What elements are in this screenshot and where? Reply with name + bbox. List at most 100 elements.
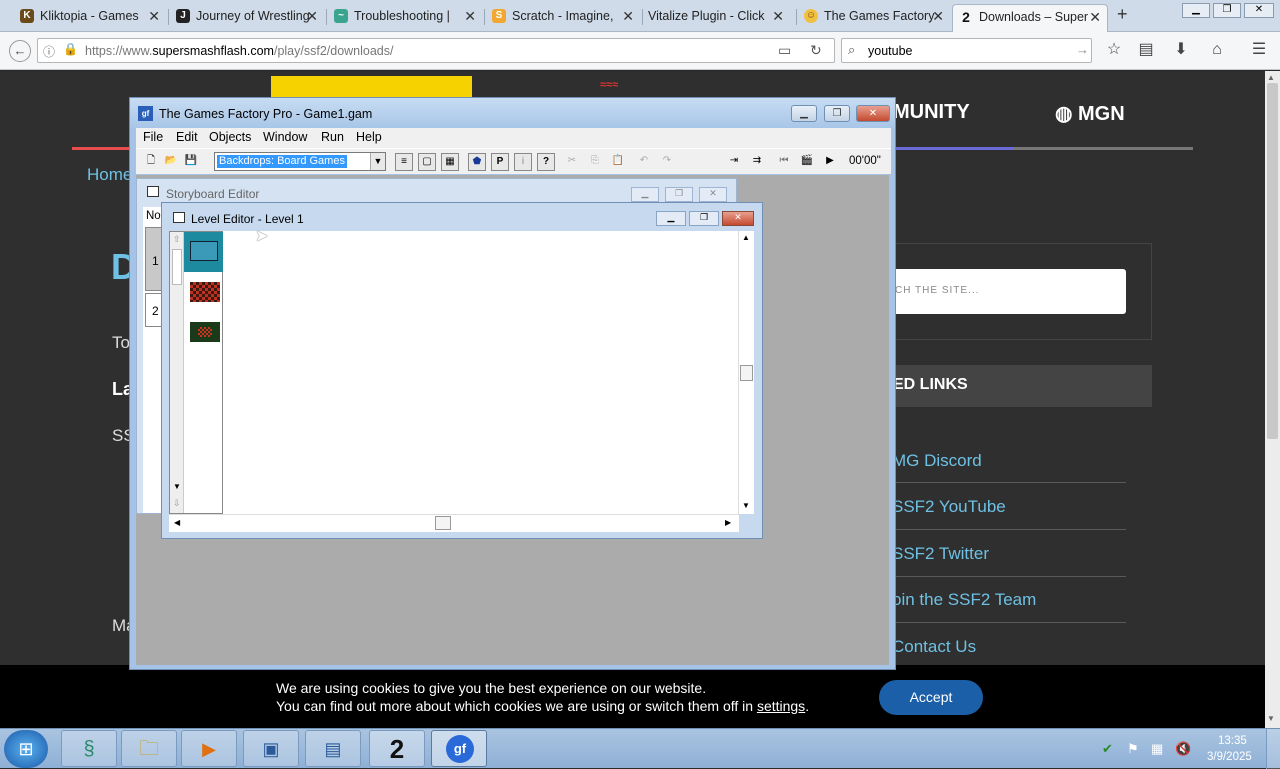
copy-icon[interactable]: ⎘ (586, 153, 604, 171)
frame-view-icon[interactable]: ▢ (418, 153, 436, 171)
reader-view-icon[interactable]: ▭ (778, 42, 791, 59)
palette-scroll-bottom-icon[interactable]: ⇩ (173, 498, 181, 509)
link-ssf2-youtube[interactable]: SSF2 YouTube (892, 497, 1006, 517)
close-window-button[interactable]: ✕ (1244, 3, 1274, 18)
taskbar-photos-icon[interactable]: ▣ (243, 730, 299, 767)
menu-window[interactable]: Window (263, 130, 307, 144)
close-tab-icon[interactable]: ✕ (1089, 5, 1101, 29)
green-board-backdrop-icon[interactable] (190, 322, 220, 342)
close-tab-icon[interactable]: ✕ (464, 4, 476, 28)
search-go-icon[interactable]: → (1076, 42, 1089, 57)
menu-icon[interactable]: ☰ (1248, 40, 1270, 60)
page-scrollbar[interactable]: ▲ ▼ (1265, 71, 1280, 728)
close-tab-icon[interactable]: ✕ (772, 4, 784, 28)
taskbar-explorer-icon[interactable]: 🗀 (121, 730, 177, 767)
level-minimize-button[interactable]: ▁ (656, 211, 686, 226)
open-file-icon[interactable]: 📂 (162, 153, 180, 171)
flag-tray-icon[interactable]: ⚑ (1127, 741, 1139, 757)
restore-window-button[interactable]: ❐ (1213, 3, 1241, 18)
canvas-horizontal-scrollbar[interactable]: ◀ ▶ (169, 514, 739, 532)
security-tray-icon[interactable]: ✔ (1102, 741, 1113, 757)
menu-file[interactable]: File (143, 130, 163, 144)
backdrop-select[interactable]: Backdrops: Board Games ▼ (214, 152, 386, 171)
tab-vitalize[interactable]: Vitalize Plugin - Click ✕ (630, 4, 790, 32)
help-tool-icon[interactable]: ? (537, 153, 555, 171)
redo-icon[interactable]: ↷ (658, 153, 676, 171)
level-maximize-button[interactable]: ❐ (689, 211, 719, 226)
run-from-icon[interactable]: ⇉ (748, 153, 766, 171)
tab-downloads-active[interactable]: 2 Downloads – Super ✕ (952, 4, 1108, 32)
tab-troubleshooting[interactable]: ~ Troubleshooting | ✕ (328, 4, 482, 32)
reload-icon[interactable]: ↻ (810, 42, 822, 59)
scroll-down-icon[interactable]: ▼ (742, 501, 750, 510)
scroll-right-icon[interactable]: ▶ (725, 518, 731, 527)
tab-scratch[interactable]: S Scratch - Imagine, ✕ (486, 4, 640, 32)
clock-date[interactable]: 3/9/2025 (1207, 751, 1252, 763)
rewind-icon[interactable]: ⏮ (775, 153, 793, 171)
tgf-maximize-button[interactable]: ❐ (824, 105, 850, 122)
level-canvas[interactable] (223, 231, 738, 514)
new-tab-button[interactable]: + (1117, 4, 1128, 25)
nav-community-link[interactable]: MUNITY (893, 101, 970, 124)
palette-scroll-up-icon[interactable]: ⇧ (173, 234, 181, 245)
link-mg-discord[interactable]: MG Discord (892, 451, 982, 471)
palette-scroll-down-icon[interactable]: ▼ (173, 482, 181, 491)
menu-run[interactable]: Run (321, 130, 344, 144)
chevron-down-icon[interactable]: ▼ (370, 153, 385, 170)
storyboard-maximize-button[interactable]: ❐ (665, 187, 693, 202)
back-icon[interactable]: ← (9, 40, 31, 62)
tgf-minimize-button[interactable]: ▁ (791, 105, 817, 122)
undo-icon[interactable]: ↶ (635, 153, 653, 171)
tgf-close-button[interactable]: ✕ (856, 105, 890, 122)
info-tool-icon[interactable]: i (514, 153, 532, 171)
checkerboard-backdrop-icon[interactable] (190, 282, 220, 302)
scrollbar-thumb[interactable] (1267, 83, 1278, 439)
level-close-button[interactable]: ✕ (722, 211, 754, 226)
vertical-scroll-thumb[interactable] (740, 365, 753, 381)
search-input[interactable]: youtube (868, 44, 912, 58)
bookmarks-library-icon[interactable]: ▤ (1135, 40, 1157, 60)
storyboard-minimize-button[interactable]: ▁ (631, 187, 659, 202)
backdrop-item-selected[interactable] (184, 232, 223, 272)
start-button[interactable]: ⊞ (4, 730, 48, 768)
clock-time[interactable]: 13:35 (1218, 735, 1247, 747)
nav-mgn-link[interactable]: ◍ MGN (1055, 101, 1125, 126)
taskbar-control-panel-icon[interactable]: ▤ (305, 730, 361, 767)
site-search-input[interactable]: CH THE SITE... (893, 269, 1126, 314)
nav-home-link[interactable]: Home (87, 165, 132, 185)
link-ssf2-twitter[interactable]: SSF2 Twitter (892, 544, 989, 564)
minimize-window-button[interactable]: ▁ (1182, 3, 1210, 18)
paste-icon[interactable]: 📋 (609, 153, 627, 171)
close-tab-icon[interactable]: ✕ (148, 4, 160, 28)
accept-cookies-button[interactable]: Accept (879, 680, 983, 715)
palette-scroll-thumb[interactable] (172, 249, 182, 285)
properties-icon[interactable]: P (491, 153, 509, 171)
horizontal-scroll-thumb[interactable] (435, 516, 451, 530)
run-frame-icon[interactable]: ⇥ (725, 153, 743, 171)
menu-edit[interactable]: Edit (176, 130, 198, 144)
close-tab-icon[interactable]: ✕ (306, 4, 318, 28)
volume-muted-tray-icon[interactable]: 🔇 (1175, 741, 1191, 757)
storyboard-close-button[interactable]: ✕ (699, 187, 727, 202)
cut-icon[interactable]: ✂ (563, 153, 581, 171)
show-desktop-button[interactable] (1266, 729, 1280, 769)
network-tray-icon[interactable]: ▦ (1151, 741, 1163, 757)
menu-help[interactable]: Help (356, 130, 382, 144)
play-icon[interactable]: ▶ (821, 153, 839, 171)
tab-kliktopia[interactable]: K Kliktopia - Games ✕ (14, 4, 166, 32)
palette-scrollbar[interactable]: ⇧ ▼ ⇩ (170, 232, 184, 513)
cookie-settings-link[interactable]: settings (757, 698, 805, 714)
link-contact-us[interactable]: Contact Us (892, 637, 976, 657)
menu-objects[interactable]: Objects (209, 130, 251, 144)
taskbar-app-dragon-icon[interactable]: § (61, 730, 117, 767)
close-tab-icon[interactable]: ✕ (932, 4, 944, 28)
grid-view-icon[interactable]: ▦ (441, 153, 459, 171)
new-file-icon[interactable]: 🗋 (142, 153, 160, 171)
record-icon[interactable]: 🎬 (798, 153, 816, 171)
object-icon[interactable]: ⬟ (468, 153, 486, 171)
scroll-left-icon[interactable]: ◀ (174, 518, 180, 527)
info-icon[interactable]: ⓘ (43, 43, 55, 60)
bookmark-star-icon[interactable]: ☆ (1103, 40, 1125, 60)
scroll-up-icon[interactable]: ▲ (742, 233, 750, 242)
tgf-title-bar[interactable]: gf The Games Factory Pro - Game1.gam ▁ ❐… (130, 98, 895, 128)
